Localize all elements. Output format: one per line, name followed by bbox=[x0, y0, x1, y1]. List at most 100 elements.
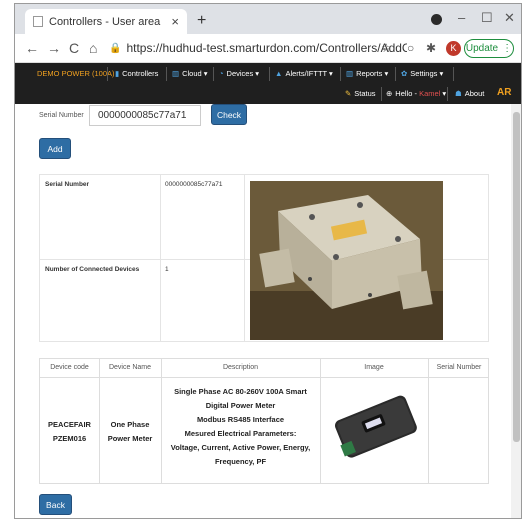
update-button[interactable]: Update ⋮ bbox=[464, 39, 514, 58]
controller-photo-graphic bbox=[250, 181, 443, 340]
col-header-image: Image bbox=[364, 364, 384, 371]
add-button[interactable]: Add bbox=[39, 138, 71, 159]
nav-settings-label: Settings ▾ bbox=[410, 69, 444, 78]
description-line: Single Phase AC 80-260V 100A Smart bbox=[174, 387, 307, 396]
new-tab-icon[interactable]: + bbox=[197, 12, 206, 30]
cloud-chart-icon: ▥ bbox=[172, 69, 180, 78]
forward-arrow-icon[interactable]: → bbox=[47, 40, 61, 56]
back-button[interactable]: Back bbox=[39, 494, 72, 515]
power-meter-image bbox=[330, 391, 420, 463]
table-divider bbox=[320, 359, 321, 483]
nav-divider bbox=[269, 67, 270, 81]
profile-indicator-icon[interactable] bbox=[431, 14, 442, 25]
reload-icon[interactable]: C bbox=[69, 40, 79, 56]
nav-settings[interactable]: ✿ Settings ▾ bbox=[401, 69, 443, 78]
close-window-icon[interactable]: ✕ bbox=[504, 10, 515, 26]
back-button-label: Back bbox=[46, 499, 65, 510]
language-ar-link[interactable]: AR bbox=[497, 87, 511, 98]
nav-alerts[interactable]: ▲ Alerts/IFTTT ▾ bbox=[275, 69, 333, 78]
devices-table: Device code Device Name Description Imag… bbox=[39, 358, 489, 484]
nav-cloud-label: Cloud ▾ bbox=[182, 69, 208, 78]
about-icon: ☗ bbox=[455, 89, 462, 98]
browser-tab[interactable]: Controllers - User area × bbox=[25, 9, 187, 34]
nav-status-label: Status bbox=[354, 89, 376, 98]
tab-title: Controllers - User area bbox=[49, 15, 161, 28]
address-bar: ← → C ⌂ 🔒 https://hudhud-test.smarturdon… bbox=[15, 34, 521, 63]
nav-hello-label: Hello - bbox=[395, 89, 420, 98]
settings-gears-icon: ✿ bbox=[401, 69, 408, 78]
page-scrollbar[interactable] bbox=[511, 104, 521, 518]
info-serial-value: 0000000085c77a71 bbox=[165, 181, 223, 188]
nav-divider bbox=[447, 87, 448, 101]
scrollbar-thumb[interactable] bbox=[513, 112, 520, 442]
nav-user-caret: ▾ bbox=[440, 89, 447, 98]
nav-divider bbox=[107, 67, 108, 81]
description-line: Voltage, Current, Active Power, Energy, bbox=[170, 443, 311, 452]
url-text: https://hudhud-test.smarturdon.com/Contr… bbox=[126, 41, 407, 55]
brand-link[interactable]: DEMO POWER (100A) bbox=[37, 69, 115, 78]
device-code-line1: PEACEFAIR bbox=[48, 420, 91, 429]
nav-cloud[interactable]: ▥ Cloud ▾ bbox=[172, 69, 208, 78]
minimize-icon[interactable]: – bbox=[458, 10, 465, 25]
nav-status[interactable]: ✎ Status bbox=[345, 89, 376, 98]
col-header-description: Description bbox=[222, 364, 258, 371]
nav-divider bbox=[340, 67, 341, 81]
nav-divider bbox=[453, 67, 454, 81]
nav-about-label: About bbox=[464, 89, 485, 98]
reports-chart-icon: ▥ bbox=[346, 69, 354, 78]
puzzle-icon[interactable]: ✱ bbox=[426, 41, 436, 55]
device-name-line1: One Phase bbox=[110, 420, 150, 429]
bookmark-star-icon[interactable]: ☆ bbox=[381, 41, 392, 55]
controller-photo bbox=[250, 181, 443, 340]
device-name-line2: Power Meter bbox=[107, 434, 153, 443]
serial-number-input[interactable] bbox=[89, 105, 201, 126]
back-arrow-icon[interactable]: ← bbox=[25, 40, 39, 56]
nav-devices-label: Devices ▾ bbox=[226, 69, 260, 78]
url-field[interactable]: 🔒 https://hudhud-test.smarturdon.com/Con… bbox=[109, 38, 407, 58]
devices-icon: ◔ bbox=[219, 69, 224, 78]
controller-info-table: Serial Number 0000000085c77a71 Number of… bbox=[39, 174, 489, 342]
power-meter-graphic bbox=[335, 395, 417, 458]
nav-controllers[interactable]: ▮ Controllers bbox=[115, 69, 158, 78]
user-circle-icon: ⊕ bbox=[386, 89, 393, 98]
col-header-device-code: Device code bbox=[50, 364, 89, 371]
browser-window: Controllers - User area × + – ☐ ✕ ← → C … bbox=[14, 3, 522, 519]
nav-divider bbox=[166, 67, 167, 81]
title-bar: Controllers - User area × + – ☐ ✕ bbox=[15, 4, 521, 34]
serial-number-label: Serial Number bbox=[39, 112, 84, 119]
check-button[interactable]: Check bbox=[211, 104, 247, 125]
bell-icon: ▲ bbox=[275, 69, 283, 78]
nav-about[interactable]: ☗ About bbox=[455, 89, 484, 98]
description-line: Digital Power Meter bbox=[205, 401, 276, 410]
controllers-icon: ▮ bbox=[115, 69, 120, 78]
nav-alerts-label: Alerts/IFTTT ▾ bbox=[285, 69, 333, 78]
devices-table-header: Device code Device Name Description Imag… bbox=[40, 359, 488, 378]
nav-divider bbox=[213, 67, 214, 81]
extension-icon[interactable]: ○ bbox=[407, 41, 414, 55]
add-button-label: Add bbox=[47, 143, 63, 154]
home-icon[interactable]: ⌂ bbox=[89, 40, 97, 56]
profile-avatar[interactable]: K bbox=[446, 41, 461, 56]
description-line: Frequency, PF bbox=[214, 457, 267, 466]
table-divider bbox=[160, 175, 161, 341]
nav-reports-label: Reports ▾ bbox=[356, 69, 389, 78]
nav-reports[interactable]: ▥ Reports ▾ bbox=[346, 69, 388, 78]
col-header-serial: Serial Number bbox=[436, 364, 482, 371]
status-icon: ✎ bbox=[345, 89, 352, 98]
nav-divider bbox=[395, 67, 396, 81]
description-line: Mesured Electrical Parameters: bbox=[184, 429, 297, 438]
update-label: Update bbox=[465, 43, 499, 54]
page-content: Serial Number Check Add Serial Number 00… bbox=[15, 104, 511, 518]
tab-close-icon[interactable]: × bbox=[171, 14, 179, 29]
info-connected-label: Number of Connected Devices bbox=[45, 266, 140, 273]
nav-devices[interactable]: ◔ Devices ▾ bbox=[219, 69, 259, 78]
nav-divider bbox=[381, 87, 382, 101]
lock-icon: 🔒 bbox=[109, 42, 122, 54]
device-code-line2: PZEM016 bbox=[52, 434, 87, 443]
maximize-icon[interactable]: ☐ bbox=[481, 10, 493, 26]
col-header-device-name: Device Name bbox=[108, 364, 151, 371]
info-serial-label: Serial Number bbox=[45, 181, 90, 188]
nav-controllers-label: Controllers bbox=[122, 69, 159, 78]
nav-user-menu[interactable]: ⊕ Hello - Kamel ▾ bbox=[386, 89, 446, 98]
page-favicon-icon bbox=[33, 16, 43, 27]
